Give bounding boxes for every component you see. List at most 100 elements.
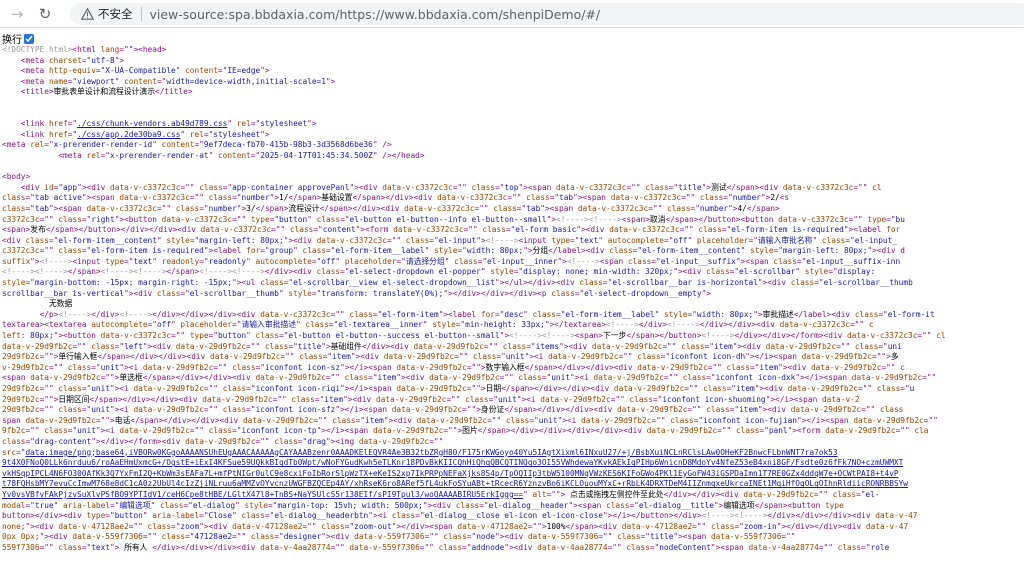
source-token: "><div	[349, 182, 383, 192]
source-token: ="	[457, 246, 467, 256]
source-token: =""	[848, 214, 868, 224]
source-token: "><i	[516, 394, 541, 404]
source-token: c3372c3c	[2, 214, 40, 224]
source-line: <div id="app"><div data-v-c3372c3c="" cl…	[2, 183, 1024, 194]
source-token: el-form-item__label	[565, 309, 655, 319]
source-token: ="	[279, 331, 289, 341]
source-token: "	[444, 256, 455, 266]
source-token: data-v-c3372c3c	[161, 214, 233, 224]
source-token: =""	[487, 415, 506, 425]
source-token: ">	[760, 193, 771, 203]
address-bar[interactable]: 不安全 view-source:spa.bbdaxia.com/https://…	[70, 3, 1024, 25]
source-token: c3372c3c	[2, 246, 40, 256]
source-token: unit	[77, 426, 96, 436]
source-link[interactable]: ./css/chunk-vendors.ab49d789.css	[77, 119, 227, 128]
source-token: data-v-c3372c3c	[779, 320, 851, 330]
source-line: 9fb2c="" class="unit"><i data-v-29d9fb2c…	[2, 426, 1024, 437]
source-token: cl	[872, 182, 882, 192]
source-token: "><div	[673, 267, 707, 277]
source-token: ="	[255, 362, 265, 372]
source-link[interactable]: 9t4X0FNoQ0LLk6nrduu6/roAaEHmUxmcG+/OgstE…	[2, 458, 903, 467]
source-token: =""	[853, 182, 873, 192]
source-token: el-form-item is-required	[731, 225, 844, 235]
source-token: =""	[662, 341, 682, 351]
source-link[interactable]: Yv0vsVBfvFAkPjzvSuXlvPSfBO9YPTIdV1/ceH6C…	[2, 490, 523, 499]
source-link[interactable]: data:image/png;base64,iVBORw0KGgoAAAANSU…	[25, 448, 837, 457]
source-token: data-v-29d9fb2c	[853, 415, 924, 425]
source-token: style	[2, 278, 26, 288]
source-token: "></div></form><div	[91, 436, 186, 446]
source-token: =""	[681, 193, 700, 203]
source-link[interactable]: vkHSqpIPCL4N6FO300AfKk3Q7YxFmI2Q+KbWm3sE…	[2, 469, 899, 478]
reload-icon[interactable]: ↻	[34, 3, 56, 25]
source-token: data-v-c3372c3c	[778, 214, 849, 224]
source-token: "><label	[843, 225, 887, 235]
source-token: placeholder	[344, 256, 397, 266]
source-token: "	[598, 235, 608, 245]
source-token: data-v-29d9fb2c	[142, 362, 214, 372]
source-token: unit	[91, 405, 110, 415]
source-token: "><i	[368, 511, 392, 521]
source-token: class	[91, 341, 115, 351]
source-line: 0px 0px;"><div data-v-559f7306="" class=…	[2, 532, 1024, 543]
source-token: ">	[321, 341, 331, 351]
source-token: <!---->	[39, 256, 73, 266]
source-token: el-dialog__close el-icon el-icon-close	[424, 511, 603, 521]
source-token: ="	[119, 45, 129, 54]
source-line: </p><!----></div><!----></div></div></di…	[2, 310, 1024, 321]
source-token: ="	[415, 511, 425, 521]
source-token: "	[114, 76, 125, 86]
source-token: "	[523, 309, 533, 319]
source-token: data-v-47128ae2	[457, 521, 528, 531]
warning-icon[interactable]	[80, 7, 94, 21]
source-token: </div>	[638, 320, 667, 330]
source-token: class	[332, 415, 356, 425]
source-token: <head>	[138, 45, 167, 54]
source-token: el-button el-button--success el-button--…	[288, 331, 500, 341]
source-token: class	[443, 532, 467, 542]
source-token: =""	[663, 373, 683, 383]
source-link[interactable]: ./css/app.2de30ba9.css	[77, 130, 180, 139]
source-token: addnode	[471, 542, 505, 552]
source-token: data-v-29d9fb2c	[396, 384, 467, 393]
source-token: name	[48, 76, 68, 86]
source-token: </div>	[91, 309, 120, 319]
source-token: ="	[652, 394, 663, 404]
source-token: ="	[505, 225, 516, 235]
source-token: 单行输入框	[58, 352, 98, 362]
security-status-label[interactable]: 不安全	[98, 6, 133, 22]
source-token: =""	[687, 405, 707, 415]
source-token: class	[637, 352, 661, 362]
line-wrap-checkbox[interactable]	[24, 33, 34, 44]
source-token: aria-label	[63, 500, 110, 510]
forward-arrow-icon[interactable]: →	[6, 3, 28, 25]
source-token: data-v-29d9fb2c	[790, 405, 862, 415]
source-token: ="	[651, 256, 661, 266]
source-token: el-textarea__inner	[338, 320, 423, 330]
source-token: iconfont icon-sz	[264, 362, 341, 372]
source-token: ="	[25, 203, 35, 213]
source-line: <!----><!----></span><!----><!----></spa…	[2, 267, 1024, 278]
source-token: "><span	[568, 500, 606, 510]
source-token: <!---->	[541, 331, 575, 341]
source-token: =""	[618, 352, 638, 362]
source-token: =""	[142, 532, 162, 542]
source-token: "><span	[735, 256, 774, 266]
source-token: ="	[466, 532, 477, 542]
source-line: 29d9fb2c="" class="unit"><i data-v-29d9f…	[2, 384, 1024, 395]
source-token: =""	[858, 384, 877, 393]
source-token: ="	[274, 532, 284, 542]
source-token: ="">	[95, 415, 115, 425]
source-token: data-v-c3372c3c	[260, 309, 331, 319]
source-token: c	[900, 362, 905, 372]
source-token: =""	[232, 214, 251, 224]
source-token: ="">	[546, 489, 571, 499]
source-token: placeholder	[696, 235, 749, 245]
source-link[interactable]: t78FQHsbMY7evuCcImwM768e8dC1cA0z2UbUl4cI…	[2, 479, 908, 488]
source-token: class	[532, 309, 557, 319]
source-token: class	[551, 288, 575, 298]
source-token: =""	[232, 532, 251, 542]
source-token: "><label	[203, 246, 247, 256]
url-text[interactable]: view-source:spa.bbdaxia.com/https://www.…	[150, 7, 601, 22]
source-token: data-v-29d9fb2c	[765, 341, 837, 351]
